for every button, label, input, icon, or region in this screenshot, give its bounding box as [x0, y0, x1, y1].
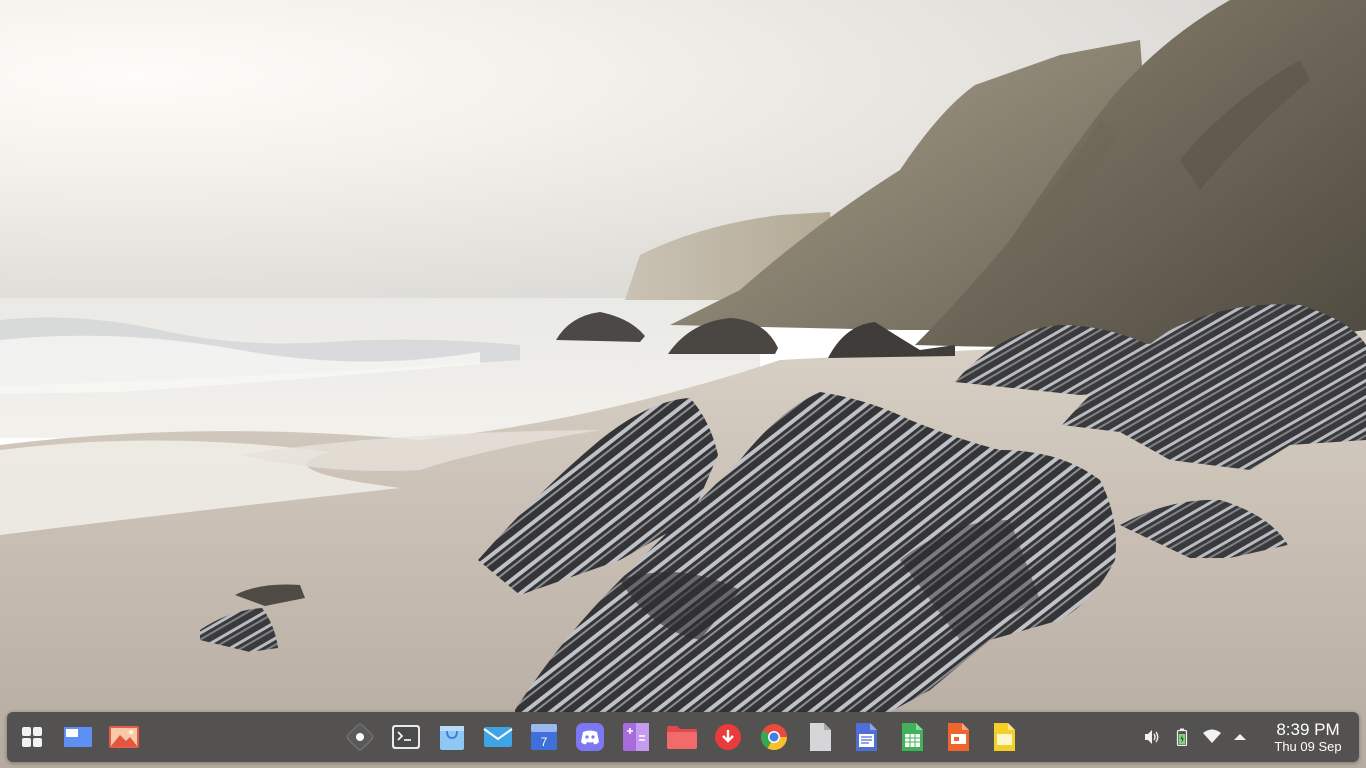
presentation-button[interactable]: [941, 720, 975, 754]
battery-charging-icon: [1176, 728, 1188, 746]
mail-icon: [483, 727, 513, 747]
writer-button[interactable]: [849, 720, 883, 754]
discord-icon: [576, 723, 604, 751]
clock-date: Thu 09 Sep: [1274, 739, 1342, 754]
presentation-icon: [948, 723, 969, 751]
terminal-button[interactable]: [389, 720, 423, 754]
image-viewer-icon: [109, 726, 139, 748]
mail-button[interactable]: [481, 720, 515, 754]
calculator-icon: [623, 723, 649, 751]
download-icon: [715, 724, 741, 750]
workspace-switcher-button[interactable]: [61, 720, 95, 754]
calendar-button[interactable]: 7: [527, 720, 561, 754]
calculator-button[interactable]: [619, 720, 653, 754]
notes-button[interactable]: [987, 720, 1021, 754]
document-button[interactable]: [803, 720, 837, 754]
image-viewer-button[interactable]: [107, 720, 141, 754]
files-button[interactable]: [665, 720, 699, 754]
chevron-up-icon: [1234, 734, 1246, 740]
document-icon: [810, 723, 831, 751]
calendar-day-number: 7: [541, 735, 548, 749]
volume-icon: [1145, 730, 1159, 744]
calendar-icon: 7: [531, 724, 557, 750]
app-grid-icon: [22, 727, 42, 747]
terminal-icon: [392, 725, 420, 749]
writer-icon: [856, 723, 877, 751]
budgie-menu-button[interactable]: [343, 720, 377, 754]
store-bag-icon: [440, 726, 464, 750]
software-center-button[interactable]: [435, 720, 469, 754]
workspace-icon: [64, 727, 92, 747]
wifi-icon: [1203, 729, 1221, 743]
spreadsheet-button[interactable]: [895, 720, 929, 754]
downloader-button[interactable]: [711, 720, 745, 754]
chrome-button[interactable]: [757, 720, 791, 754]
taskbar-panel: 7 8:39 PM Thu 09 Sep: [7, 712, 1359, 762]
clock[interactable]: 8:39 PM Thu 09 Sep: [1263, 720, 1353, 756]
battery-button[interactable]: [1171, 726, 1193, 748]
tray-expand-button[interactable]: [1229, 726, 1251, 748]
settings-diamond-icon: [346, 723, 374, 751]
discord-button[interactable]: [573, 720, 607, 754]
volume-button[interactable]: [1141, 726, 1163, 748]
spreadsheet-icon: [902, 723, 923, 751]
clock-time: 8:39 PM: [1276, 720, 1340, 739]
app-grid-button[interactable]: [15, 720, 49, 754]
chrome-icon: [761, 724, 788, 751]
desktop-wallpaper: [0, 0, 1366, 768]
folder-icon: [667, 726, 697, 749]
wifi-button[interactable]: [1201, 726, 1223, 748]
notes-icon: [994, 723, 1015, 751]
